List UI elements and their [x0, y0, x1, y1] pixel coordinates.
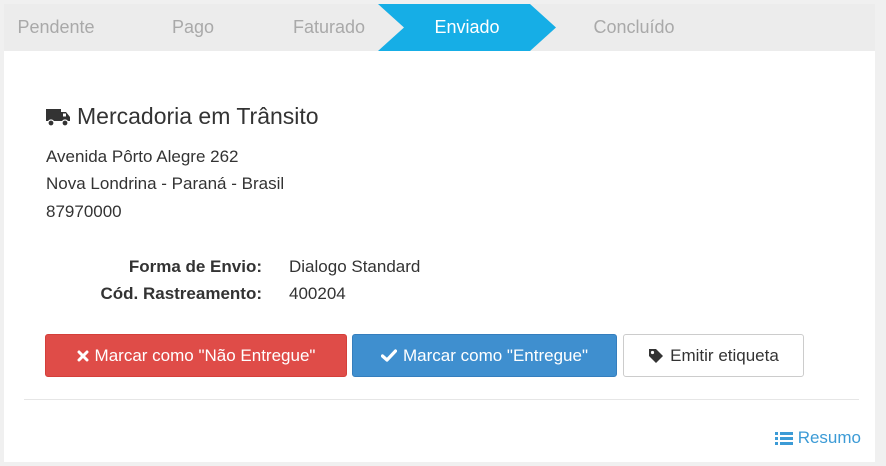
tracking-code-value: 400204: [289, 284, 346, 303]
step-pago: Pago: [171, 17, 215, 37]
step-enviado-label: Enviado: [434, 17, 500, 37]
mark-delivered-label: Marcar como "Entregue": [403, 345, 588, 365]
address-street: Avenida Pôrto Alegre 262: [46, 147, 239, 166]
panel-title: Mercadoria em Trânsito: [46, 103, 319, 130]
mark-not-delivered-button[interactable]: Marcar como "Não Entregue": [45, 334, 347, 377]
step-enviado-active: Enviado: [378, 4, 556, 51]
mark-not-delivered-label: Marcar como "Não Entregue": [94, 345, 316, 365]
check-icon: [381, 349, 397, 362]
summary-link-text: Resumo: [797, 428, 861, 447]
tag-icon: [648, 348, 664, 364]
shipping-method-label: Forma de Envio:: [128, 257, 262, 276]
order-status-frame: Pendente Pago Faturado Enviado Concluído…: [4, 4, 875, 462]
shipping-method-value: Dialogo Standard: [289, 257, 421, 276]
print-label-button[interactable]: Emitir etiqueta: [623, 334, 804, 377]
panel-title-text: Mercadoria em Trânsito: [77, 103, 319, 129]
order-progress-steps: Pendente Pago Faturado Enviado Concluído: [4, 4, 875, 51]
address-postal-code: 87970000: [46, 202, 122, 221]
step-faturado: Faturado: [292, 17, 366, 37]
print-label-text: Emitir etiqueta: [670, 345, 779, 365]
step-concluido: Concluído: [593, 17, 675, 37]
tracking-code-label: Cód. Rastreamento:: [100, 284, 262, 303]
address-city: Nova Londrina - Paraná - Brasil: [46, 174, 285, 193]
step-pendente: Pendente: [17, 17, 95, 37]
list-icon: [774, 431, 793, 446]
shipment-panel: Mercadoria em Trânsito Avenida Pôrto Ale…: [24, 59, 859, 400]
mark-delivered-button[interactable]: Marcar como "Entregue": [352, 334, 617, 377]
close-icon: [77, 350, 89, 362]
truck-icon: [46, 108, 70, 127]
summary-link[interactable]: Resumo: [774, 428, 861, 448]
